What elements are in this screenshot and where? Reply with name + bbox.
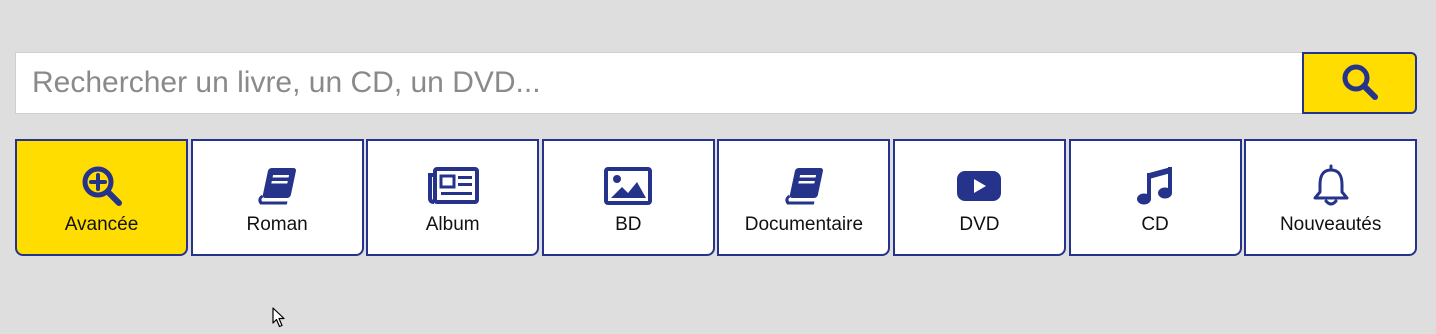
book-icon xyxy=(782,165,826,207)
search-bar xyxy=(15,52,1417,114)
tile-label: Documentaire xyxy=(744,214,864,235)
tile-label: Roman xyxy=(246,214,308,235)
category-tiles: Avancée Roman Album BD Documentaire DVD … xyxy=(15,139,1418,256)
bell-icon xyxy=(1311,164,1351,207)
search-button[interactable] xyxy=(1302,52,1417,114)
tile-nouveautes[interactable]: Nouveautés xyxy=(1244,139,1418,256)
tile-label: Album xyxy=(425,214,480,235)
tile-documentaire[interactable]: Documentaire xyxy=(717,139,891,256)
image-icon xyxy=(604,165,653,207)
search-plus-icon xyxy=(80,165,124,207)
tile-bd[interactable]: BD xyxy=(541,139,715,256)
tile-dvd[interactable]: DVD xyxy=(892,139,1066,256)
newspaper-icon xyxy=(427,165,479,207)
tile-label: BD xyxy=(615,214,642,235)
search-icon xyxy=(1340,62,1380,105)
tile-label: CD xyxy=(1141,214,1169,235)
tile-label: Avancée xyxy=(64,214,139,235)
music-note-icon xyxy=(1135,165,1175,207)
tile-roman[interactable]: Roman xyxy=(190,139,364,256)
tile-label: Nouveautés xyxy=(1279,214,1382,235)
book-icon xyxy=(255,165,299,207)
tile-cd[interactable]: CD xyxy=(1068,139,1242,256)
tile-label: DVD xyxy=(959,214,1000,235)
tile-album[interactable]: Album xyxy=(366,139,540,256)
tile-avancee[interactable]: Avancée xyxy=(15,139,188,256)
search-input[interactable] xyxy=(15,52,1302,114)
video-play-icon xyxy=(956,165,1002,207)
mouse-cursor-icon xyxy=(272,307,286,333)
